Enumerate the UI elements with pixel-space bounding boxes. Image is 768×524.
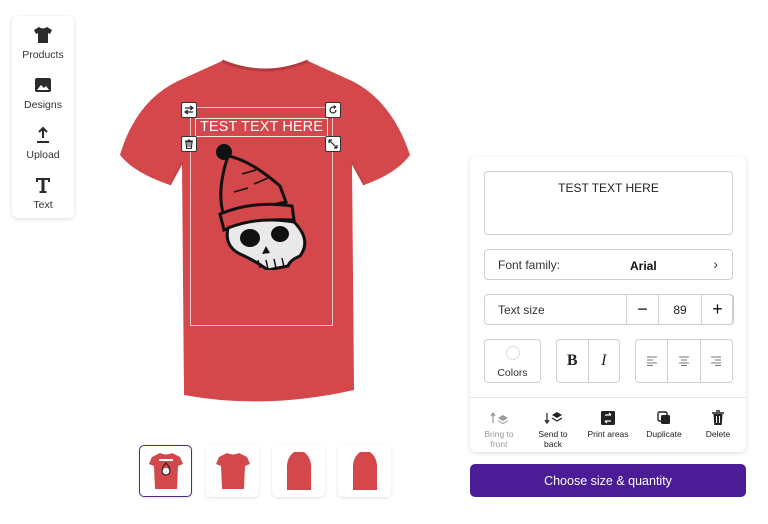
- sidebar-item-label: Text: [33, 199, 53, 211]
- align-left-icon[interactable]: [636, 340, 667, 382]
- tshirt-icon: [33, 24, 53, 46]
- thumbnail-front-design[interactable]: [139, 445, 192, 497]
- canvas-text-element[interactable]: TEST TEXT HERE: [195, 118, 328, 137]
- panel-divider: [470, 397, 746, 398]
- text-style-group: B I: [556, 339, 620, 383]
- tool-label: front: [490, 439, 508, 449]
- thumbnail-side-right[interactable]: [338, 445, 391, 497]
- text-properties-panel: TEST TEXT HERE Font family: Arial › Text…: [470, 157, 746, 452]
- layer-swap-icon[interactable]: [181, 102, 197, 118]
- bold-button[interactable]: B: [557, 340, 588, 382]
- tool-label: back: [544, 439, 562, 449]
- design-bounding-box: [190, 107, 333, 326]
- font-family-label: Font family:: [498, 258, 561, 272]
- bring-to-front-icon: [490, 409, 508, 427]
- sidebar-item-label: Products: [22, 49, 64, 61]
- thumbnail-side-left[interactable]: [272, 445, 325, 497]
- send-to-back-icon: [544, 409, 562, 427]
- text-size-stepper: − 89 +: [626, 294, 734, 325]
- colors-button[interactable]: Colors: [484, 339, 541, 383]
- tool-sidebar: Products Designs Upload Text: [12, 16, 74, 218]
- tool-label: Send to: [538, 429, 568, 439]
- sidebar-item-text[interactable]: Text: [12, 174, 74, 220]
- color-swatch: [506, 346, 520, 360]
- colors-label: Colors: [497, 367, 528, 379]
- sidebar-item-designs[interactable]: Designs: [12, 74, 74, 120]
- print-areas-button[interactable]: Print areas: [584, 409, 632, 439]
- text-size-label: Text size: [498, 303, 545, 317]
- choose-size-quantity-button[interactable]: Choose size & quantity: [470, 464, 746, 497]
- resize-icon[interactable]: [325, 136, 341, 152]
- align-center-icon[interactable]: [667, 340, 699, 382]
- bring-to-front-button[interactable]: Bring to front: [480, 409, 518, 449]
- increase-size-button[interactable]: +: [702, 295, 733, 324]
- sidebar-item-products[interactable]: Products: [12, 24, 74, 70]
- tool-label: Duplicate: [646, 429, 682, 439]
- duplicate-icon: [656, 409, 672, 427]
- tool-label: Print areas: [587, 429, 629, 439]
- font-family-value: Arial: [630, 259, 657, 273]
- print-areas-icon: [600, 409, 616, 427]
- decrease-size-button[interactable]: −: [627, 295, 658, 324]
- text-size-row: Text size − 89 +: [484, 294, 734, 325]
- tool-label: Delete: [705, 429, 731, 439]
- trash-icon[interactable]: [181, 136, 197, 152]
- duplicate-button[interactable]: Duplicate: [642, 409, 686, 439]
- thumbnail-front[interactable]: [206, 445, 259, 497]
- text-content-field[interactable]: TEST TEXT HERE: [484, 171, 733, 235]
- send-to-back-button[interactable]: Send to back: [534, 409, 572, 449]
- sidebar-item-upload[interactable]: Upload: [12, 124, 74, 170]
- align-right-icon[interactable]: [699, 340, 732, 382]
- rotate-icon[interactable]: [325, 102, 341, 118]
- delete-button[interactable]: Delete: [701, 409, 735, 439]
- image-icon: [34, 74, 52, 96]
- sidebar-item-label: Upload: [26, 149, 60, 161]
- design-editor: Products Designs Upload Text TEST TEXT H…: [0, 0, 768, 524]
- font-family-selector[interactable]: Font family: Arial ›: [484, 249, 733, 280]
- trash-icon: [711, 409, 725, 427]
- sidebar-item-label: Designs: [24, 99, 62, 111]
- upload-icon: [35, 124, 51, 146]
- italic-button[interactable]: I: [587, 340, 620, 382]
- text-size-input[interactable]: 89: [658, 295, 702, 324]
- text-icon: [34, 174, 52, 196]
- tool-label: Bring to: [484, 429, 514, 439]
- text-align-group: [635, 339, 733, 383]
- chevron-right-icon: ›: [713, 256, 718, 272]
